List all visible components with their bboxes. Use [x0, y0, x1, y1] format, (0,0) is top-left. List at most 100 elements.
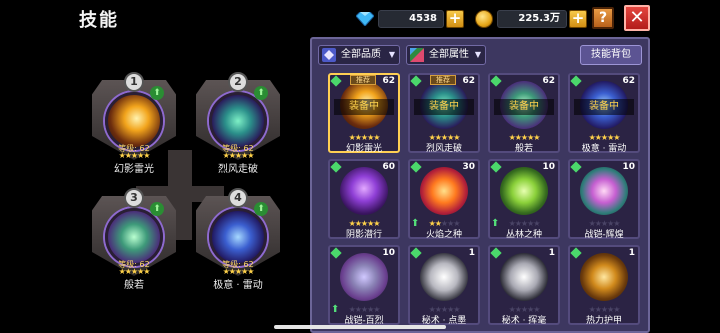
card-count: 62 [382, 76, 395, 86]
chevron-down-icon: ▼ [474, 50, 481, 59]
rarity-gem-icon [570, 247, 582, 259]
skill-card[interactable]: 10 ★★★★★ 战铠-辉煌 [568, 159, 640, 240]
rarity-gem-icon [490, 161, 502, 173]
rarity-gem-icon [410, 161, 422, 173]
upgrade-arrow-icon: ⬆ [254, 86, 268, 100]
equipped-badge: 装备中 [334, 99, 394, 115]
skill-card[interactable]: 60 ★★★★★ 阴影潜行 [328, 159, 400, 240]
card-name: 极意 · 雷动 [581, 144, 627, 154]
ink-stroke-icon [500, 253, 548, 301]
equipped-badge: 装备中 [414, 99, 474, 115]
fire-seed-icon [420, 167, 468, 215]
chevron-down-icon: ▼ [388, 50, 395, 59]
attribute-palette-icon [410, 48, 424, 62]
card-count: 60 [382, 162, 395, 172]
skill-card[interactable]: 62 推荐 装备中 ★★★★★ 烈风走破 [408, 73, 480, 154]
phantom-thunder-icon [105, 92, 163, 150]
page-title: 技能 [79, 10, 119, 31]
add-coins-button[interactable]: + [569, 10, 587, 28]
rarity-gem-icon [410, 75, 422, 87]
recommend-badge: 推荐 [430, 75, 456, 85]
card-name: 般若 [514, 144, 533, 154]
diamond-icon [356, 12, 374, 26]
slot-number: 2 [228, 72, 248, 92]
attribute-filter-dropdown[interactable]: 全部属性 ▼ [406, 45, 486, 65]
gale-break-icon [209, 92, 267, 150]
card-count: 1 [468, 248, 475, 258]
card-count: 1 [548, 248, 555, 258]
card-count: 30 [462, 162, 475, 172]
card-count: 10 [622, 162, 635, 172]
rarity-gem-icon [330, 75, 342, 87]
skill-card[interactable]: 1 ★★★★★ 热力护甲 [568, 245, 640, 326]
slot-name: 幻影雷光 [114, 164, 154, 175]
home-indicator [274, 325, 446, 329]
slot-stars: ★★★★★ [118, 151, 151, 160]
coin-icon [475, 10, 493, 28]
card-count: 10 [542, 162, 555, 172]
coin-currency: 225.3万 + [475, 8, 587, 30]
skill-card[interactable]: 62 推荐 装备中 ★★★★★ 幻影雷光 [328, 73, 400, 154]
skill-card[interactable]: 62 装备中 ★★★★★ 极意 · 雷动 [568, 73, 640, 154]
card-count: 62 [462, 76, 475, 86]
recommend-badge: 推荐 [350, 75, 376, 85]
rarity-gem-icon [570, 161, 582, 173]
skill-card[interactable]: 30 ⬆ ★★★★★ 火焰之种 [408, 159, 480, 240]
upgrade-arrow-icon: ⬆ [150, 86, 164, 100]
equipped-slot-4[interactable]: 4 ⬆ 等级: 62 ★★★★★ 极意 · 雷动 [192, 188, 284, 298]
gem-currency: 4538 + [356, 8, 464, 30]
ink-dot-icon [420, 253, 468, 301]
skill-card[interactable]: 10 ⬆ ★★★★★ 战铠-百烈 [328, 245, 400, 326]
card-count: 62 [542, 76, 555, 86]
rarity-gem-icon [410, 247, 422, 259]
quality-filter-dropdown[interactable]: 全部品质 ▼ [318, 45, 400, 65]
slot-stars: ★★★★★ [222, 151, 255, 160]
card-count: 62 [622, 76, 635, 86]
rarity-gem-icon [330, 247, 342, 259]
card-name: 热力护甲 [585, 316, 622, 326]
rarity-gem-icon [490, 247, 502, 259]
skill-card[interactable]: 10 ⬆ ★★★★★ 丛林之种 [488, 159, 560, 240]
quality-gem-icon [322, 48, 336, 62]
card-name: 幻影雷光 [345, 144, 382, 154]
card-count: 10 [382, 248, 395, 258]
skill-card[interactable]: 1 ★★★★★ 秘术 · 挥毫 [488, 245, 560, 326]
attribute-filter-label: 全部属性 [429, 49, 469, 60]
jungle-seed-icon [500, 167, 548, 215]
skill-panel: 全部品质 ▼ 全部属性 ▼ 技能背包 62 推荐 装备中 ★★★★★ 幻影雷光 62 推荐装… [310, 37, 650, 333]
slot-stars: ★★★★★ [222, 267, 255, 276]
slot-number: 4 [228, 188, 248, 208]
card-name: 阴影潜行 [345, 230, 382, 240]
equipped-badge: 装备中 [574, 99, 634, 115]
equipped-slot-1[interactable]: 1 ⬆ 等级: 62 ★★★★★ 幻影雷光 [88, 72, 180, 182]
add-gems-button[interactable]: + [446, 10, 464, 28]
rarity-gem-icon [490, 75, 502, 87]
thermal-armor-icon [580, 253, 628, 301]
close-button[interactable]: ✕ [624, 5, 650, 31]
ultimate-thunder-icon [209, 208, 267, 266]
equipped-badge: 装备中 [494, 99, 554, 115]
slot-number: 3 [124, 188, 144, 208]
shadow-stealth-icon [340, 167, 388, 215]
coin-amount: 225.3万 [497, 10, 567, 28]
equipped-slot-3[interactable]: 3 ⬆ 等级: 62 ★★★★★ 般若 [88, 188, 180, 298]
card-count: 1 [628, 248, 635, 258]
skill-card[interactable]: 62 装备中 ★★★★★ 般若 [488, 73, 560, 154]
quality-filter-label: 全部品质 [341, 49, 381, 60]
rarity-gem-icon [330, 161, 342, 173]
armor-brilliance-icon [580, 167, 628, 215]
card-name: 秘术 · 挥毫 [501, 316, 547, 326]
card-name: 丛林之种 [505, 230, 542, 240]
slot-name: 烈风走破 [218, 164, 258, 175]
slot-stars: ★★★★★ [118, 267, 151, 276]
card-name: 火焰之种 [425, 230, 462, 240]
upgrade-arrow-icon: ⬆ [254, 202, 268, 216]
prajna-icon [105, 208, 163, 266]
slot-number: 1 [124, 72, 144, 92]
rarity-gem-icon [570, 75, 582, 87]
armor-hundred-fury-icon [340, 253, 388, 301]
equipped-slot-2[interactable]: 2 ⬆ 等级: 62 ★★★★★ 烈风走破 [192, 72, 284, 182]
skill-bag-button[interactable]: 技能背包 [580, 45, 642, 65]
skill-card[interactable]: 1 ★★★★★ 秘术 · 点墨 [408, 245, 480, 326]
help-button[interactable]: ? [592, 7, 614, 29]
